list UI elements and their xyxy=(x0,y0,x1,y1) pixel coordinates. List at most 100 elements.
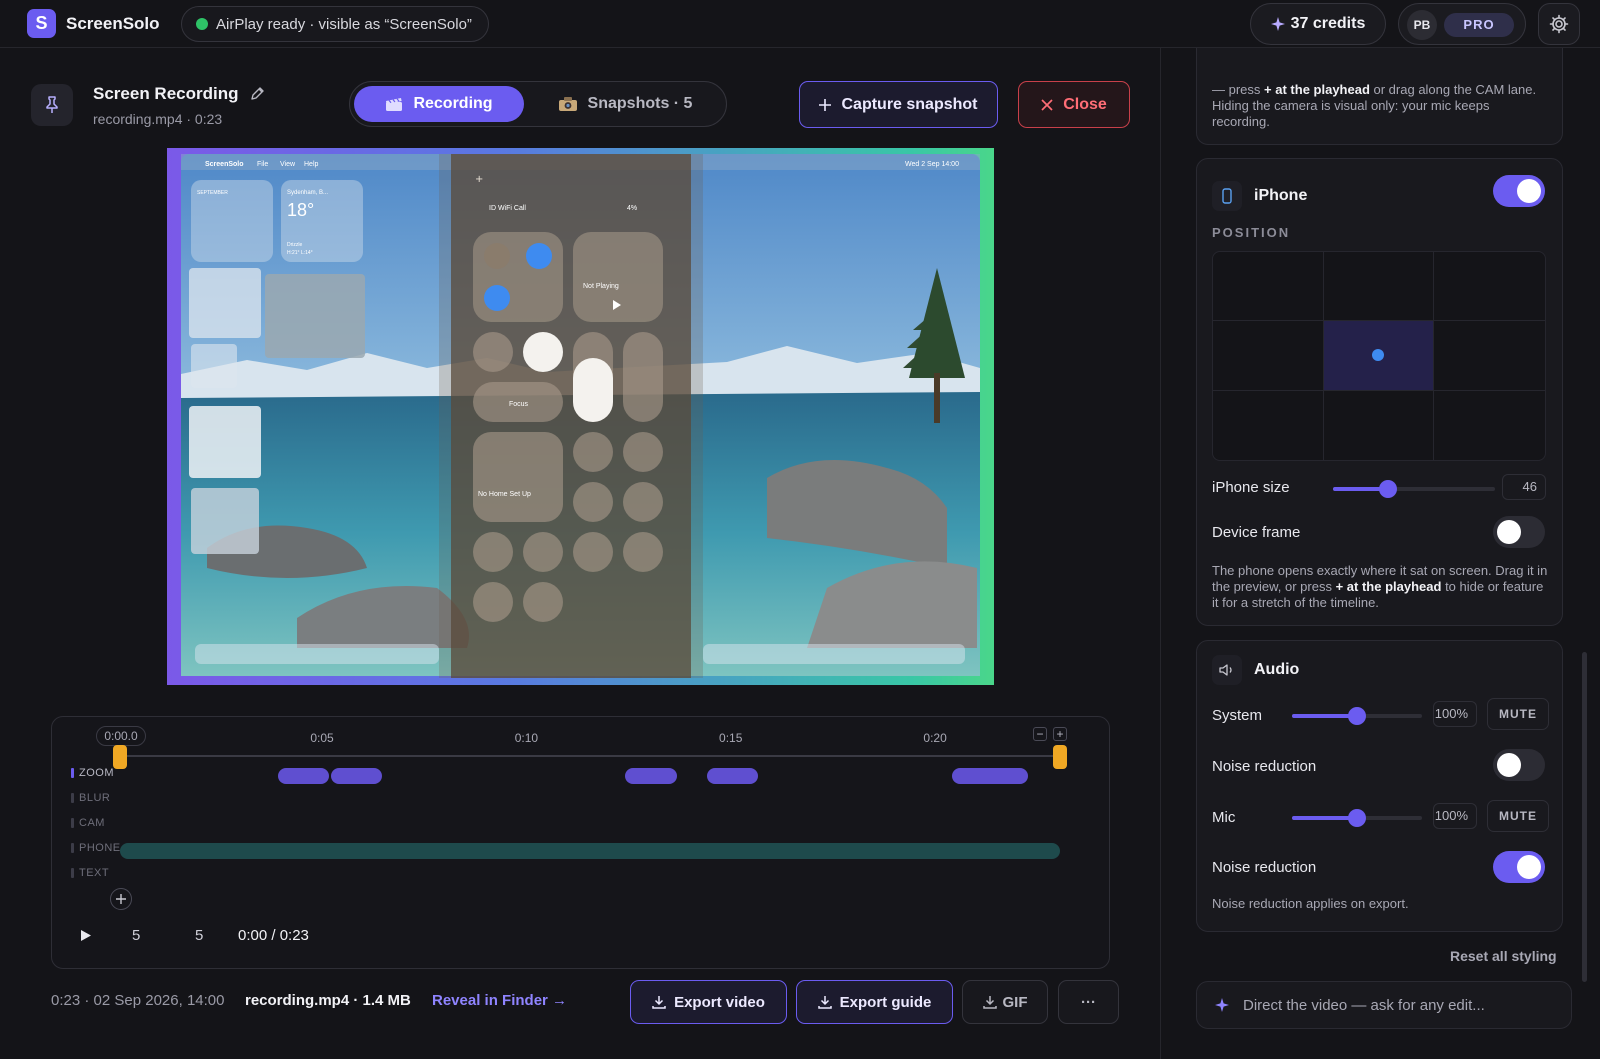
preview-clock: Wed 2 Sep 14:00 xyxy=(905,161,959,168)
pencil-icon[interactable] xyxy=(249,86,265,102)
plus-icon xyxy=(819,98,832,111)
zoom-out-button[interactable]: − xyxy=(1033,727,1047,741)
capture-snapshot-button[interactable]: Capture snapshot xyxy=(799,81,998,128)
position-middle-left[interactable] xyxy=(1213,321,1324,391)
rewind-label: 5 xyxy=(132,927,141,944)
sidebar-scrollbar[interactable] xyxy=(1582,652,1587,982)
iphone-note: The phone opens exactly where it sat on … xyxy=(1212,563,1548,610)
pin-button[interactable] xyxy=(31,84,73,126)
airplay-status-text: AirPlay ready · visible as “ScreenSolo” xyxy=(216,15,472,33)
position-top-right[interactable] xyxy=(1434,252,1545,322)
system-label: System xyxy=(1212,707,1263,724)
recording-meta: 0:23 · 02 Sep 2026, 14:00 xyxy=(51,992,225,1009)
position-bottom-right[interactable] xyxy=(1434,391,1545,460)
ruler-tick-label: 0:00.0 xyxy=(96,726,146,746)
zoom-clip[interactable] xyxy=(331,768,383,784)
speaker-icon xyxy=(1212,655,1242,685)
position-top-center[interactable] xyxy=(1323,252,1435,322)
close-label: Close xyxy=(1063,95,1107,113)
position-middle-right[interactable] xyxy=(1434,321,1545,391)
app-title: ScreenSolo xyxy=(66,14,160,33)
play-button[interactable] xyxy=(80,929,92,942)
forward-button[interactable]: 5 xyxy=(195,927,203,944)
system-volume-slider[interactable] xyxy=(1292,707,1422,725)
mic-volume-slider[interactable] xyxy=(1292,809,1422,827)
mic-label: Mic xyxy=(1212,809,1236,826)
device-frame-toggle[interactable] xyxy=(1493,516,1545,548)
close-button[interactable]: Close xyxy=(1018,81,1130,128)
preview-cc-status: ID WiFi Call xyxy=(489,205,526,212)
ruler-tick-label: 0:10 xyxy=(514,731,539,745)
preview-canvas: ScreenSolo File View Help Wed 2 Sep 14:0… xyxy=(181,154,980,678)
system-noise-reduction-label: Noise reduction xyxy=(1212,758,1317,775)
credits-button[interactable]: 37 credits xyxy=(1250,3,1386,45)
zoom-clip[interactable] xyxy=(625,768,677,784)
system-volume-value[interactable]: 100% xyxy=(1433,701,1477,727)
iphone-size-value[interactable]: 46 xyxy=(1502,474,1546,500)
iphone-note-bold: at the playhead xyxy=(1346,579,1442,594)
reset-styling-link[interactable]: Reset all styling xyxy=(1450,948,1557,964)
settings-button[interactable] xyxy=(1538,3,1580,45)
preview-cc-home: No Home Set Up xyxy=(478,491,531,498)
audio-card: Audio System 100% MUTE Noise reduction M… xyxy=(1196,640,1563,932)
iphone-toggle[interactable] xyxy=(1493,175,1545,207)
tab-recording[interactable]: Recording xyxy=(354,86,524,122)
iphone-icon xyxy=(1212,181,1242,211)
top-bar: S ScreenSolo AirPlay ready · visible as … xyxy=(0,0,1600,48)
export-video-button[interactable]: Export video xyxy=(630,980,787,1024)
mic-mute-button[interactable]: MUTE xyxy=(1487,800,1549,832)
direct-video-prompt[interactable]: Direct the video — ask for any edit... xyxy=(1196,981,1572,1029)
video-preview[interactable]: ScreenSolo File View Help Wed 2 Sep 14:0… xyxy=(167,148,994,685)
preview-cc-battery: 4% xyxy=(627,205,637,212)
airplay-status-pill[interactable]: AirPlay ready · visible as “ScreenSolo” xyxy=(181,6,489,42)
lane-label-blur: BLUR xyxy=(71,792,110,804)
cam-tip-card: — press + at the playhead or drag along … xyxy=(1196,48,1563,145)
cam-tip-text-start: — press xyxy=(1212,82,1261,97)
zoom-clip[interactable] xyxy=(707,768,759,784)
recording-title-row: Screen Recording xyxy=(93,84,265,104)
app-logo: S xyxy=(27,9,56,38)
scrub-track[interactable] xyxy=(120,755,1060,757)
iphone-size-label: iPhone size xyxy=(1212,479,1290,496)
status-dot-icon xyxy=(196,18,208,30)
export-guide-button[interactable]: Export guide xyxy=(796,980,953,1024)
zoom-in-button[interactable]: + xyxy=(1053,727,1067,741)
phone-clip[interactable] xyxy=(120,843,1060,859)
preview-weather-city: Sydenham, B... xyxy=(287,190,328,196)
rewind-button[interactable]: 5 xyxy=(132,927,140,944)
export-gif-button[interactable]: GIF xyxy=(962,980,1048,1024)
position-center[interactable] xyxy=(1323,321,1435,391)
mic-volume-value[interactable]: 100% xyxy=(1433,803,1477,829)
mic-noise-reduction-toggle[interactable] xyxy=(1493,851,1545,883)
position-bottom-left[interactable] xyxy=(1213,390,1324,460)
system-mute-button[interactable]: MUTE xyxy=(1487,698,1549,730)
direct-video-placeholder: Direct the video — ask for any edit... xyxy=(1243,996,1485,1014)
position-top-left[interactable] xyxy=(1213,252,1324,322)
close-icon xyxy=(1041,98,1053,111)
lane-label-cam: CAM xyxy=(71,817,105,829)
file-info: recording.mp4 · 1.4 MB xyxy=(245,992,411,1009)
add-lane-button[interactable] xyxy=(110,888,132,910)
playhead-handle[interactable] xyxy=(113,745,127,769)
lane-label-phone: PHONE xyxy=(71,842,121,854)
system-noise-reduction-toggle[interactable] xyxy=(1493,749,1545,781)
preview-menu-file: File xyxy=(257,161,268,168)
forward-label: 5 xyxy=(195,927,204,944)
zoom-clip[interactable] xyxy=(952,768,1029,784)
zoom-clip[interactable] xyxy=(278,768,330,784)
tab-snapshots[interactable]: Snapshots · 5 xyxy=(530,86,720,122)
end-trim-handle[interactable] xyxy=(1053,745,1067,769)
iphone-size-slider[interactable] xyxy=(1333,480,1495,498)
timeline[interactable]: 0:00.0 0:05 0:10 0:15 0:20 − + ZOOM BLUR CAM… xyxy=(51,716,1110,969)
device-frame-label: Device frame xyxy=(1212,524,1301,541)
view-tabs: Recording Snapshots · 5 xyxy=(349,81,727,127)
clapper-icon xyxy=(386,98,403,111)
control-center-overlay: + ID WiFi Call 4% Not Playing Focus No H… xyxy=(439,154,703,678)
more-options-button[interactable]: ··· xyxy=(1058,980,1119,1024)
cam-tip-text-end: or drag along the CAM lane. Hiding the c… xyxy=(1212,82,1537,129)
reveal-in-finder-link[interactable]: Reveal in Finder → xyxy=(432,992,567,1009)
position-bottom-center[interactable] xyxy=(1324,390,1435,460)
export-video-label: Export video xyxy=(674,993,765,1011)
tab-snapshots-label: Snapshots · 5 xyxy=(587,95,693,112)
account-menu[interactable]: PB PRO xyxy=(1398,3,1526,45)
